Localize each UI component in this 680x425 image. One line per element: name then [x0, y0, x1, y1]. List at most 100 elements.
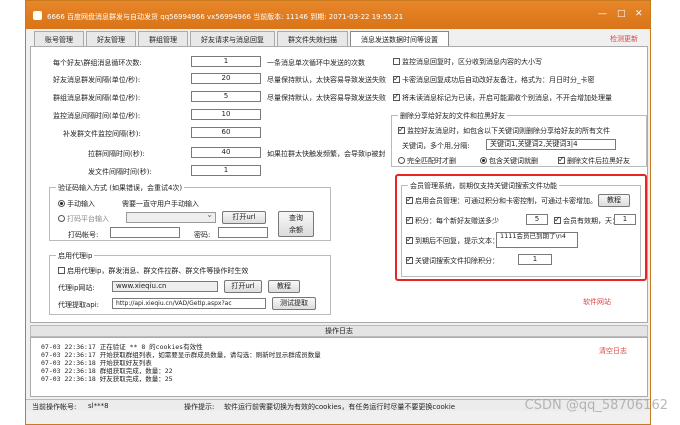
block-friend-checkbox[interactable]: 删除文件后拉黑好友	[558, 155, 630, 166]
maximize-button[interactable]: □	[617, 9, 626, 19]
reply-text-input[interactable]: 1111会员已到期了\n4	[496, 232, 578, 248]
status-tip-value: 软件运行前需要切换为有效的cookies，有任务运行时尽量不要更换cookie	[224, 403, 456, 411]
monitor-share-checkbox[interactable]: 监控好友消息时，如包含以下关键词则删除分享给好友的所有文件	[398, 125, 610, 136]
friend-interval-label: 好友消息群发间隔(单位/秒):	[53, 76, 141, 84]
captcha-account-label: 打码帐号:	[68, 231, 99, 239]
platform-input-label: 打码平台输入	[67, 215, 109, 223]
query-balance-line1: 查询	[289, 214, 303, 222]
monitor-interval-label: 监控消息间隔时间(单位/秒):	[53, 112, 141, 120]
status-account-value: sl***8	[88, 402, 109, 410]
reply-checkbox[interactable]: 到期后不回复，提示文本：	[406, 235, 499, 246]
status-account-label: 当前操作帐号:	[32, 403, 77, 411]
log-line: 07-03 22:36:18 好友获取完成，数量：25	[41, 375, 173, 383]
keyword-input[interactable]: 关键词1,关键词2,关键词3|4	[486, 139, 616, 150]
group-interval-input[interactable]: 5	[191, 91, 261, 102]
proxy-site-select[interactable]: www.xieqiu.cn	[112, 281, 218, 292]
window-title: 6666 百度网盘消息群发与自动发货 qq56994966 vx56994966…	[47, 13, 404, 21]
exact-match-radio[interactable]: 完全匹配时才删	[398, 156, 456, 166]
enable-proxy-checkbox[interactable]: 启用代理ip，群发消息、群文件拉群、群文件等操作时生效	[58, 266, 248, 276]
proxy-group-title: 启用代理ip	[56, 251, 95, 261]
platform-input-radio[interactable]: 打码平台输入	[58, 214, 109, 224]
software-site-link[interactable]: 软件网站	[583, 297, 611, 307]
expire-checkbox[interactable]: 会员有效期，天：	[554, 215, 619, 226]
log-header: 操作日志	[30, 325, 648, 337]
log-title: 操作日志	[325, 327, 353, 335]
check-update-link[interactable]: 检测更新	[610, 34, 638, 44]
loop-count-label: 每个好友\群组消息循环次数:	[53, 59, 142, 67]
friend-interval-input[interactable]: 20	[191, 73, 261, 84]
tab-accounts[interactable]: 账号管理	[34, 31, 84, 46]
tab-file-scan[interactable]: 群文件失效扫描	[277, 31, 348, 46]
proxy-open-url-button[interactable]: 打开url	[224, 280, 262, 293]
enable-member-checkbox[interactable]: 启用会员管理：可通过积分和卡密控制，可通过卡密增加。	[406, 195, 597, 206]
proxy-site-label: 代理ip网站:	[58, 284, 95, 292]
settings-panel: 每个好友\群组消息循环次数: 1 一条消息单次循环中发送的次数 好友消息群发间隔…	[30, 46, 648, 323]
tab-settings[interactable]: 消息发送数据时间等设置	[350, 31, 449, 47]
enable-proxy-label: 启用代理ip，群发消息、群文件拉群、群文件等操作时生效	[67, 267, 249, 275]
manual-input-label: 手动输入	[67, 200, 95, 208]
query-balance-button[interactable]: 查询 余额	[278, 211, 314, 237]
file-send-interval-label: 发文件间隔时间(秒):	[88, 168, 152, 176]
contains-match-radio[interactable]: 包含关键词就删	[480, 156, 538, 166]
card-remark-checkbox[interactable]: 卡密消息回复成功后自动改好友备注，格式为：月日时分_卡密	[393, 74, 595, 85]
proxy-tutorial-button[interactable]: 教程	[268, 280, 300, 293]
close-button[interactable]: ✕	[635, 9, 643, 19]
tab-groups[interactable]: 群组管理	[138, 31, 188, 46]
friend-interval-note: 尽量保持默认，太快容易导致发送失败	[267, 76, 386, 84]
loop-count-input[interactable]: 1	[191, 56, 261, 67]
pull-interval-label: 拉群间隔时间(秒):	[88, 150, 145, 158]
app-icon	[33, 11, 42, 20]
title-bar: 6666 百度网盘消息群发与自动发货 qq56994966 vx56994966…	[26, 1, 650, 29]
expire-label: 会员有效期，天：	[563, 217, 619, 225]
proxy-api-label: 代理提取api:	[58, 301, 100, 309]
exact-match-label: 完全匹配时才删	[407, 157, 456, 165]
expire-input[interactable]: 1	[614, 214, 636, 225]
member-group-title: 会员管理系统，前期仅支持关键词搜索文件功能	[408, 181, 559, 191]
case-sensitive-label: 监控消息回复时，区分收到消息内容的大小写	[402, 58, 542, 66]
status-tip-label: 操作提示:	[184, 403, 215, 411]
clear-log-link[interactable]: 清空日志	[599, 346, 627, 356]
share-delete-group: 删除分享给好友的文件和拉黑好友 监控好友消息时，如包含以下关键词则删除分享给好友…	[391, 111, 647, 167]
captcha-group-title: 验证码输入方式 (如果错误，会重试4次)	[56, 183, 185, 193]
proxy-api-input[interactable]: http://api.xieqiu.cn/VAD/GetIp.aspx?ac	[112, 298, 266, 309]
platform-select[interactable]	[126, 210, 216, 223]
member-group: 会员管理系统，前期仅支持关键词搜索文件功能 启用会员管理：可通过积分和卡密控制，…	[401, 181, 641, 277]
captcha-open-url-button[interactable]: 打开url	[222, 211, 266, 224]
manual-input-radio[interactable]: 手动输入	[58, 199, 95, 209]
card-remark-label: 卡密消息回复成功后自动改好友备注，格式为：月日时分_卡密	[402, 76, 595, 84]
minimize-button[interactable]: —	[598, 9, 607, 19]
mark-read-label: 将未读消息标记为已读，开启可能漏收个别消息，不开会增加处理量	[402, 94, 612, 102]
points-checkbox[interactable]: 积分：每个新好友赠送多少	[406, 215, 499, 226]
keyword-label: 关键词，多个用,分隔:	[402, 142, 470, 150]
deduct-label: 关键词搜索文件扣除积分：	[415, 257, 499, 265]
mark-read-checkbox[interactable]: 将未读消息标记为已读，开启可能漏收个别消息，不开会增加处理量	[393, 92, 612, 103]
pull-interval-input[interactable]: 40	[191, 147, 261, 158]
contains-match-label: 包含关键词就删	[489, 157, 538, 165]
enable-member-label: 启用会员管理：可通过积分和卡密控制，可通过卡密增加。	[415, 197, 597, 205]
tab-bar: 账号管理 好友管理 群组管理 好友请求与消息回复 群文件失效扫描 消息发送数据时…	[34, 31, 451, 47]
reply-label: 到期后不回复，提示文本：	[415, 237, 499, 245]
file-monitor-label: 补发群文件监控间隔(秒):	[63, 130, 141, 138]
deduct-input[interactable]: 1	[518, 254, 552, 265]
manual-input-note: 需要一直守用户手动输入	[122, 200, 199, 208]
share-delete-title: 删除分享给好友的文件和拉黑好友	[398, 111, 507, 121]
log-panel: 07-03 22:36:17 正在验证 ** 8 的cookies有效性 07-…	[30, 337, 648, 397]
deduct-checkbox[interactable]: 关键词搜索文件扣除积分：	[406, 255, 499, 266]
case-sensitive-checkbox[interactable]: 监控消息回复时，区分收到消息内容的大小写	[393, 57, 542, 67]
pull-interval-note: 如果拉群太快触发频繁，会导致ip被封	[267, 150, 386, 158]
member-tutorial-button[interactable]: 教程	[598, 194, 630, 207]
tab-requests[interactable]: 好友请求与消息回复	[190, 31, 275, 46]
captcha-account-input[interactable]	[110, 227, 180, 238]
file-monitor-input[interactable]: 60	[191, 127, 261, 138]
points-input[interactable]: 5	[526, 214, 548, 225]
block-friend-label: 删除文件后拉黑好友	[567, 157, 630, 165]
captcha-password-input[interactable]	[218, 227, 268, 238]
test-fetch-button[interactable]: 测试提取	[272, 297, 316, 310]
monitor-interval-input[interactable]: 10	[191, 109, 261, 120]
tab-friends[interactable]: 好友管理	[86, 31, 136, 46]
points-label: 积分：每个新好友赠送多少	[415, 217, 499, 225]
app-window: 6666 百度网盘消息群发与自动发货 qq56994966 vx56994966…	[25, 0, 651, 425]
captcha-group: 验证码输入方式 (如果错误，会重试4次) 手动输入 需要一直守用户手动输入 打码…	[49, 183, 331, 241]
file-send-interval-input[interactable]: 1	[191, 165, 261, 176]
proxy-group: 启用代理ip 启用代理ip，群发消息、群文件拉群、群文件等操作时生效 代理ip网…	[49, 251, 331, 315]
